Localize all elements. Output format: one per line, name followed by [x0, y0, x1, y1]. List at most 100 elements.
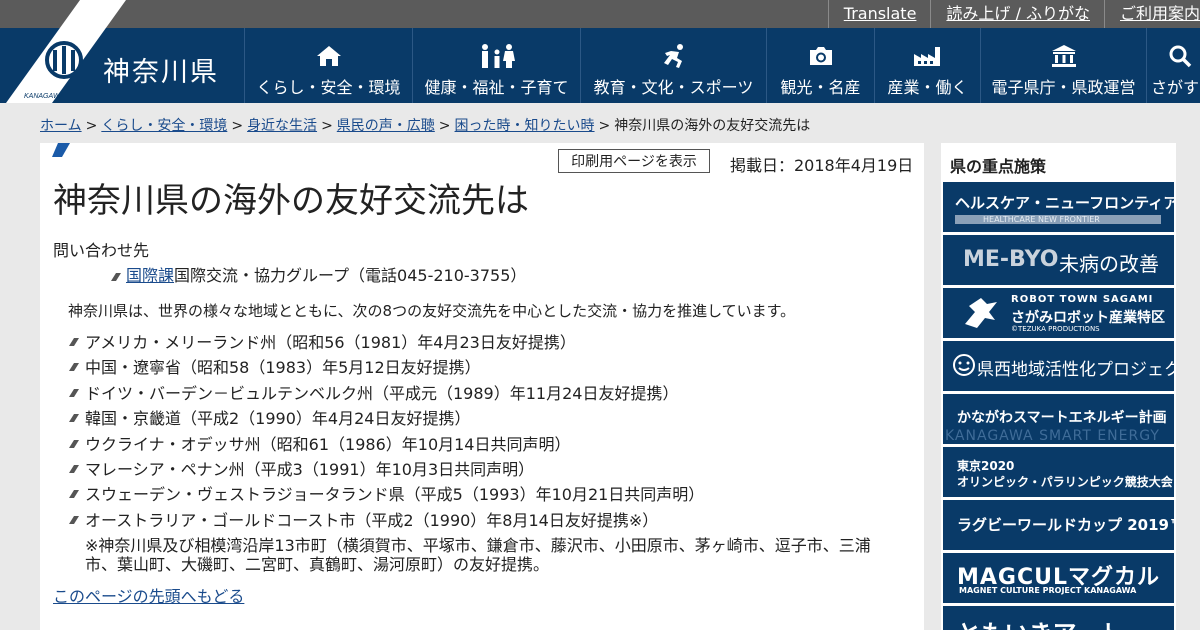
banner-subtitle: MAGNET CULTURE PROJECT KANAGAWA [959, 586, 1137, 595]
partner-text: アメリカ・メリーランド州（昭和56（1981）年4月23日友好提携） [85, 333, 576, 352]
factory-icon [913, 44, 943, 68]
banner-title: 未病の改善 [1059, 252, 1159, 276]
mebyo-logo: ME-BYO [963, 247, 1059, 272]
breadcrumb-link-life[interactable]: くらし・安全・環境 [101, 118, 227, 134]
banner-mebyo[interactable]: ME-BYO 未病の改善 [943, 235, 1174, 285]
banner-line2: オリンピック・パラリンピック競技大会 [957, 475, 1173, 489]
banner-list: ヘルスケア・ニューフロンティア HEALTHCARE NEW FRONTIER … [943, 182, 1174, 630]
bullet-icon [111, 272, 121, 281]
breadcrumb-link-trouble[interactable]: 困った時・知りたい時 [455, 118, 595, 134]
nav-label: 産業・働く [887, 78, 968, 97]
smile-face-icon [953, 354, 975, 376]
bullet-icon [69, 388, 79, 397]
site-header: 神奈川県 KANAGAWA くらし・安全・環境 健康・福祉・子育て 教育・文化・… [0, 0, 1200, 103]
nav-label: 電子県庁・県政運営 [991, 78, 1136, 97]
breadcrumb-link-daily[interactable]: 身近な生活 [247, 118, 317, 134]
banner-smart-energy[interactable]: かながわスマートエネルギー計画 KANAGAWA SMART ENERGY [943, 394, 1174, 444]
banner-title: ヘルスケア・ニューフロンティア [955, 194, 1174, 212]
nav-label: さがす [1151, 78, 1200, 97]
nav-item-government[interactable]: 電子県庁・県政運営 [980, 28, 1146, 103]
list-item: ウクライナ・オデッサ州（昭和61（1986）年10月14日共同声明） [68, 435, 898, 454]
kanagawa-emblem-icon [45, 41, 83, 79]
banner-olympic[interactable]: 東京2020 オリンピック・パラリンピック競技大会 [943, 447, 1174, 497]
nav-item-life[interactable]: くらし・安全・環境 [244, 28, 412, 103]
house-icon [316, 44, 342, 68]
breadcrumb-separator: > [321, 118, 333, 134]
runner-icon [661, 44, 687, 68]
banner-line3: ©TEZUKA PRODUCTIONS [1011, 325, 1100, 333]
bullet-icon [69, 464, 79, 473]
banner-rugby[interactable]: ラグビーワールドカップ 2019™ [943, 500, 1174, 550]
breadcrumb-current: 神奈川県の海外の友好交流先は [614, 118, 811, 134]
bullet-icon [69, 490, 79, 499]
read-aloud-link[interactable]: 読み上げ / ふりがな [930, 0, 1104, 28]
banner-title: ラグビーワールドカップ 2019™ [957, 516, 1174, 534]
intro-text: 神奈川県は、世界の様々な地域とともに、次の8つの友好交流先を中心とした交流・協力… [68, 302, 796, 320]
family-icon [479, 44, 515, 68]
list-item: 韓国・京畿道（平成2（1990）年4月24日友好提携） [68, 409, 898, 428]
posted-date: 掲載日：2018年4月19日 [730, 156, 914, 175]
banner-line1: 東京2020 [957, 459, 1015, 473]
bullet-icon [69, 338, 79, 346]
list-item: アメリカ・メリーランド州（昭和56（1981）年4月23日友好提携） [68, 333, 898, 352]
page-title: 神奈川県の海外の友好交流先は [53, 181, 529, 221]
government-building-icon [1051, 44, 1077, 68]
logo-small-text: KANAGAWA [24, 93, 65, 100]
partner-text: スウェーデン・ヴェストラジョータランド県（平成5（1993）年10月21日共同声… [85, 485, 705, 505]
banner-title: かながわスマートエネルギー計画 [957, 410, 1167, 426]
list-item: スウェーデン・ヴェストラジョータランド県（平成5（1993）年10月21日共同声… [68, 485, 898, 504]
banner-subtitle: KANAGAWA SMART ENERGY [945, 428, 1160, 444]
nav-item-search[interactable]: さがす [1146, 28, 1200, 103]
breadcrumb-link-voice[interactable]: 県民の声・広聴 [337, 118, 435, 134]
main-content: 印刷用ページを表示 掲載日：2018年4月19日 神奈川県の海外の友好交流先は … [40, 143, 924, 630]
partner-text: ドイツ・バーデン－ビュルテンベルク州（平成元（1989）年11月24日友好提携） [85, 383, 679, 403]
partner-text: ウクライナ・オデッサ州（昭和61（1986）年10月14日共同声明） [85, 434, 571, 454]
logo-text: 神奈川県 [103, 57, 219, 88]
utility-links: Translate 読み上げ / ふりがな ご利用案内 [827, 0, 1200, 28]
global-nav: くらし・安全・環境 健康・福祉・子育て 教育・文化・スポーツ 観光・名産 産業・… [244, 28, 1200, 103]
partner-list: アメリカ・メリーランド州（昭和56（1981）年4月23日友好提携） 中国・遼寧… [68, 333, 898, 574]
contact-text: 国際交流・協力グループ（電話045-210-3755） [174, 266, 527, 285]
translate-link[interactable]: Translate [827, 0, 931, 28]
print-page-button[interactable]: 印刷用ページを表示 [558, 149, 710, 173]
robot-character-icon [965, 298, 997, 328]
breadcrumb: ホーム > くらし・安全・環境 > 身近な生活 > 県民の声・広聴 > 困った時・知りたい時 > 神… [40, 115, 810, 135]
partner-text: 韓国・京畿道（平成2（1990）年4月24日友好提携） [85, 409, 471, 429]
banner-line1: ROBOT TOWN SAGAMI [1011, 294, 1154, 305]
banner-regional[interactable]: 県西地域活性化プロジェクト [943, 341, 1174, 391]
breadcrumb-separator: > [438, 118, 451, 134]
usage-guide-link[interactable]: ご利用案内 [1104, 0, 1200, 28]
list-item: ドイツ・バーデン－ビュルテンベルク州（平成元（1989）年11月24日友好提携） [68, 384, 898, 403]
partner-text: マレーシア・ペナン州（平成3（1991）年10月3日共同声明） [85, 459, 535, 479]
bullet-icon [69, 363, 79, 372]
nav-label: 観光・名産 [780, 78, 861, 97]
breadcrumb-link-home[interactable]: ホーム [40, 118, 82, 134]
nav-label: 健康・福祉・子育て [424, 78, 569, 97]
search-icon [1168, 44, 1192, 68]
bullet-icon [69, 439, 79, 448]
banner-title: 県西地域活性化プロジェクト [977, 360, 1174, 380]
banner-line2: さがみロボット産業特区 [1011, 310, 1165, 326]
nav-item-health[interactable]: 健康・福祉・子育て [412, 28, 580, 103]
partner-text: 中国・遼寧省（昭和58（1983）年5月12日友好提携） [85, 358, 481, 378]
nav-item-tourism[interactable]: 観光・名産 [766, 28, 874, 103]
nav-item-education[interactable]: 教育・文化・スポーツ [580, 28, 766, 103]
camera-icon [808, 44, 834, 68]
banner-next[interactable]: ともいきアートー [943, 606, 1174, 630]
nav-item-industry[interactable]: 産業・働く [874, 28, 980, 103]
banner-robot-town[interactable]: ROBOT TOWN SAGAMI さがみロボット産業特区 ©TEZUKA PR… [943, 288, 1174, 338]
partner-note: ※神奈川県及び相模湾沿岸13市町（横須賀市、平塚市、鎌倉市、藤沢市、小田原市、茅… [85, 536, 871, 575]
list-item: オーストラリア・ゴールドコースト市（平成2（1990）年8月14日友好提携※） [68, 511, 898, 530]
title-accent-stripe [52, 143, 70, 157]
site-logo[interactable]: 神奈川県 KANAGAWA [0, 0, 244, 103]
list-item: 中国・遼寧省（昭和58（1983）年5月12日友好提携） [68, 358, 898, 377]
breadcrumb-separator: > [598, 118, 611, 134]
partner-text: オーストラリア・ゴールドコースト市（平成2（1990）年8月14日友好提携※） [85, 510, 659, 530]
banner-healthcare[interactable]: ヘルスケア・ニューフロンティア HEALTHCARE NEW FRONTIER [943, 182, 1174, 232]
banner-magcul[interactable]: MAGCULマグカル MAGNET CULTURE PROJECT KANAGA… [943, 553, 1174, 603]
contact-dept-link[interactable]: 国際課 [126, 266, 174, 285]
contact-line: 国際課国際交流・協力グループ（電話045-210-3755） [110, 262, 526, 286]
bullet-icon [69, 414, 79, 423]
banner-title: ともいきアートー [957, 614, 1147, 630]
back-to-top-link[interactable]: このページの先頭へもどる [53, 583, 244, 607]
